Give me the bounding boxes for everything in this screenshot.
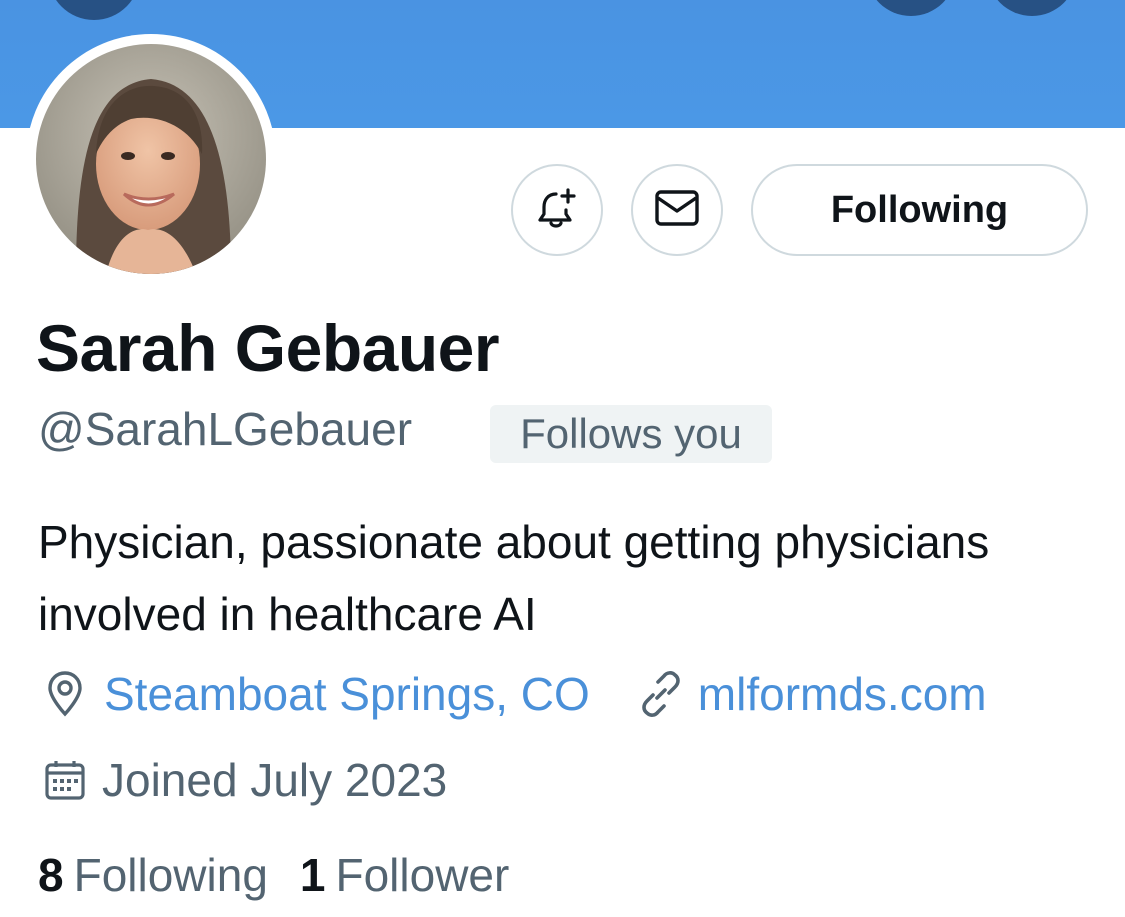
followers-count-link[interactable]: 1 Follower <box>300 848 509 902</box>
follows-you-badge: Follows you <box>490 405 772 463</box>
notifications-button[interactable] <box>511 164 603 256</box>
profile-meta-links: Steamboat Springs, CO mlformds.com <box>38 664 987 724</box>
website-link[interactable]: mlformds.com <box>698 667 987 721</box>
back-button[interactable] <box>48 0 140 20</box>
profile-bio: Physician, passionate about getting phys… <box>38 516 990 640</box>
link-icon <box>634 667 688 721</box>
avatar[interactable] <box>26 34 276 284</box>
search-button[interactable] <box>866 0 956 16</box>
following-count-link[interactable]: 8 Following <box>38 848 268 902</box>
followers-count: 1 <box>299 849 326 901</box>
followers-label: Follower <box>335 849 510 901</box>
calendar-icon <box>38 753 92 807</box>
following-label: Following <box>73 849 268 901</box>
more-options-button[interactable] <box>987 0 1077 16</box>
following-button[interactable]: Following <box>751 164 1088 256</box>
map-pin-icon <box>38 667 92 721</box>
bell-plus-icon <box>535 186 579 235</box>
avatar-photo <box>36 44 266 274</box>
message-button[interactable] <box>631 164 723 256</box>
joined-date: Joined July 2023 <box>102 754 448 806</box>
following-count: 8 <box>38 849 64 901</box>
profile-page: Following Sarah Gebauer @SarahLGebauer F… <box>0 0 1125 917</box>
profile-name: Sarah Gebauer <box>36 311 500 385</box>
joined-date-row: Joined July 2023 <box>38 750 447 810</box>
envelope-icon <box>654 188 700 233</box>
profile-handle: @SarahLGebauer <box>38 403 413 455</box>
follow-stats: 8 Following 1 Follower <box>38 848 509 902</box>
location-text: Steamboat Springs, CO <box>104 668 590 720</box>
